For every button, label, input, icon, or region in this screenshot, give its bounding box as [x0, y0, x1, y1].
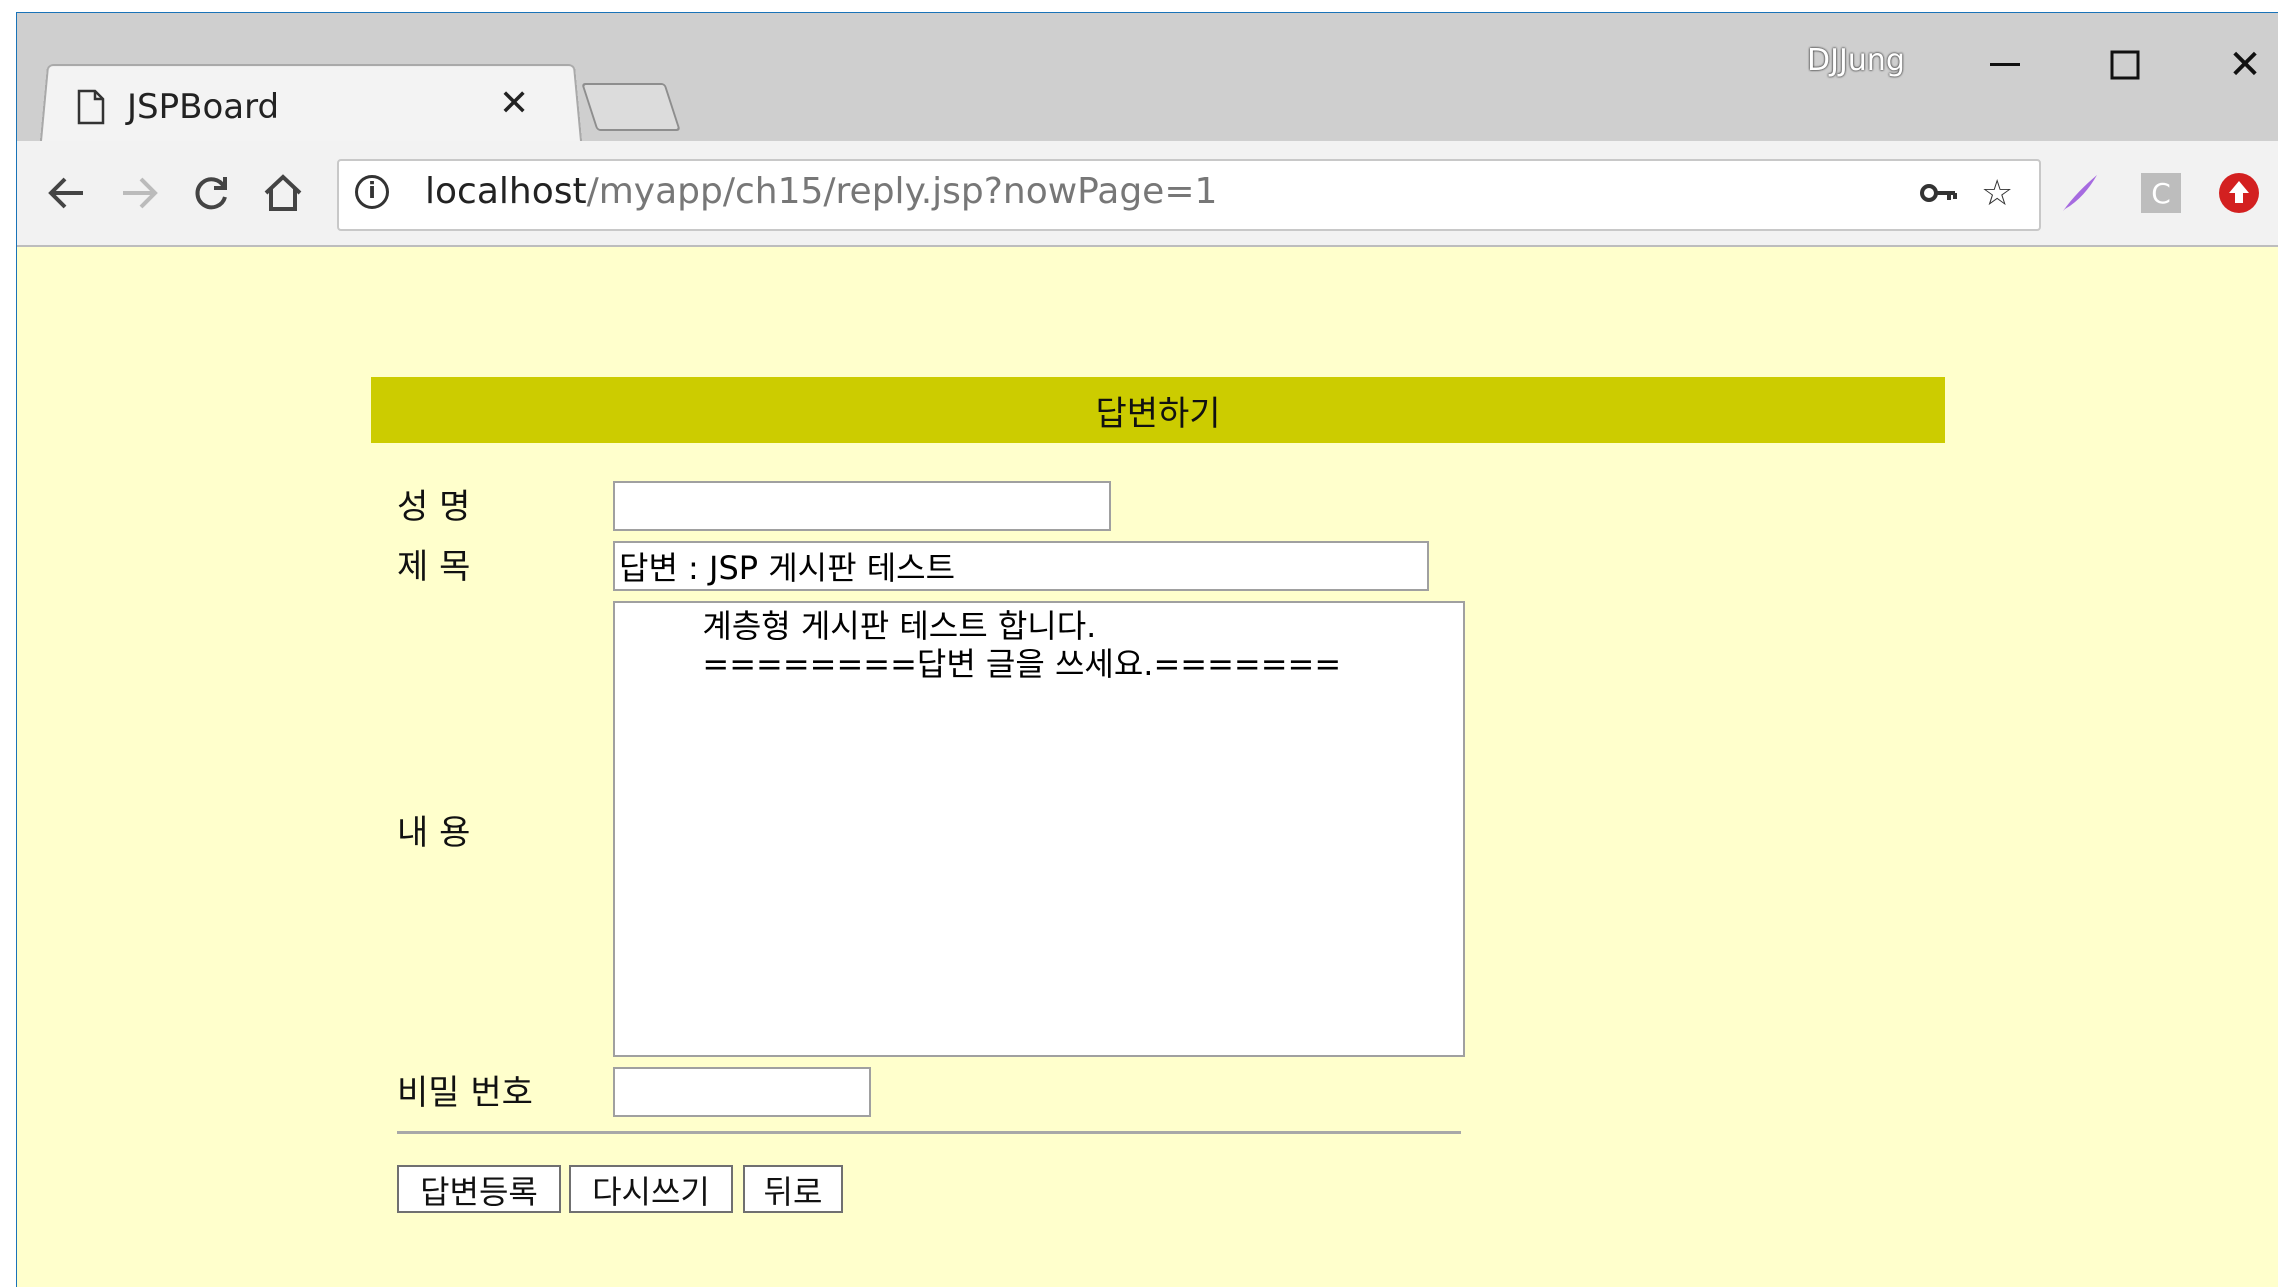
browser-toolbar: i localhost/myapp/ch15/reply.jsp?nowPage… [17, 141, 2278, 247]
address-bar[interactable]: i localhost/myapp/ch15/reply.jsp?nowPage… [337, 159, 2041, 231]
submit-reply-button[interactable]: 답변등록 [397, 1165, 561, 1213]
subject-label: 제 목 [397, 547, 471, 587]
minimize-icon[interactable] [1975, 35, 2035, 95]
url-host: localhost [425, 171, 587, 212]
name-label: 성 명 [397, 487, 471, 527]
back-arrow-icon[interactable] [39, 165, 95, 221]
new-tab-button[interactable] [581, 83, 681, 131]
reload-icon[interactable] [183, 165, 239, 221]
divider [397, 1131, 1461, 1134]
subject-field[interactable] [613, 541, 1429, 591]
tab-title: JSPBoard [127, 87, 280, 127]
info-icon[interactable]: i [355, 175, 389, 209]
tab-content: JSPBoard [77, 77, 279, 137]
maximize-icon[interactable] [2095, 35, 2155, 95]
profile-name[interactable]: DJJung [1807, 43, 1905, 78]
reset-button[interactable]: 다시쓰기 [569, 1165, 733, 1213]
back-button[interactable]: 뒤로 [743, 1165, 843, 1213]
name-field[interactable] [613, 481, 1111, 531]
password-field[interactable] [613, 1067, 871, 1117]
password-label: 비밀 번호 [397, 1073, 533, 1113]
forward-arrow-icon[interactable] [111, 165, 167, 221]
page-title: 답변하기 [371, 377, 1945, 443]
page-content: 답변하기 성 명 제 목 내 용 계층형 게시판 테스트 합니다. ======… [17, 247, 2278, 1287]
star-icon[interactable]: ☆ [1981, 173, 2013, 214]
browser-window: JSPBoard ✕ DJJung ✕ i localhost/myapp/ch… [16, 12, 2278, 1287]
key-icon[interactable] [1919, 173, 1959, 222]
home-icon[interactable] [255, 165, 311, 221]
page-icon [77, 89, 105, 125]
c-extension-icon[interactable]: C [2139, 171, 2183, 215]
upload-extension-icon[interactable] [2217, 171, 2261, 215]
content-label: 내 용 [397, 813, 471, 853]
feather-icon[interactable] [2057, 171, 2101, 215]
url-path: /myapp/ch15/reply.jsp?nowPage=1 [586, 171, 1218, 212]
title-bar: JSPBoard ✕ DJJung ✕ [17, 13, 2278, 156]
url-text[interactable]: localhost/myapp/ch15/reply.jsp?nowPage=1 [425, 171, 1217, 212]
tab-close-icon[interactable]: ✕ [499, 83, 529, 124]
close-window-icon[interactable]: ✕ [2215, 35, 2275, 95]
content-textarea[interactable]: 계층형 게시판 테스트 합니다. ========답변 글을 쓰세요.=====… [613, 601, 1465, 1057]
